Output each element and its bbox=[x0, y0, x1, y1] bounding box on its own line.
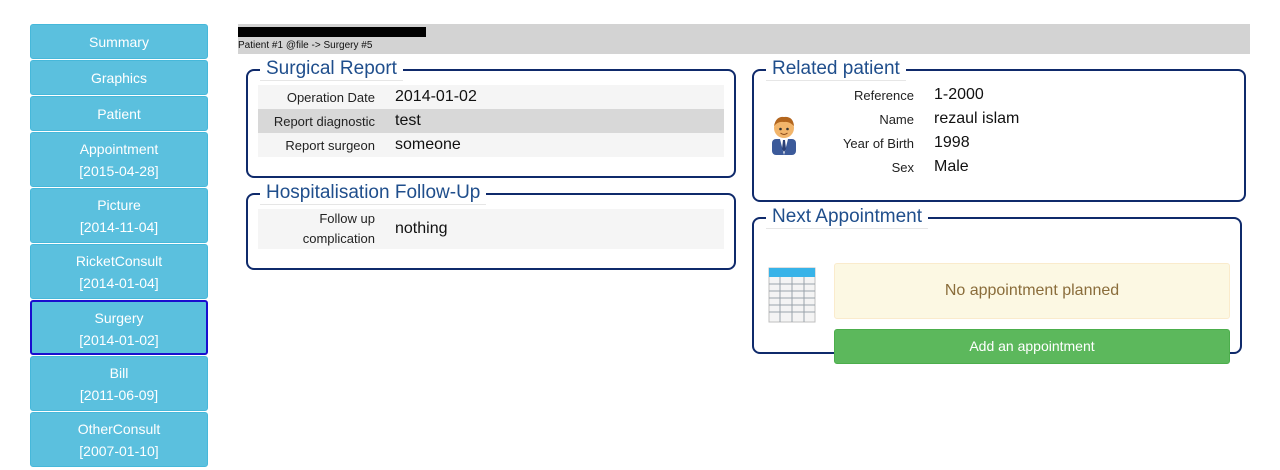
sidebar-item-label: Bill bbox=[109, 365, 129, 381]
sidebar-item-patient[interactable]: Patient bbox=[30, 96, 208, 131]
add-appointment-button[interactable]: Add an appointment bbox=[834, 329, 1230, 364]
table-row: Sex Male bbox=[824, 155, 1234, 179]
panel-title: Surgical Report bbox=[260, 58, 403, 81]
sidebar-item-bill[interactable]: Bill [2011-06-09] bbox=[30, 356, 208, 411]
field-label-line: complication bbox=[302, 231, 375, 246]
sidebar-nav: Summary Graphics Patient Appointment [20… bbox=[30, 24, 208, 468]
sidebar-item-label: OtherConsult bbox=[77, 421, 161, 437]
sidebar-item-summary[interactable]: Summary bbox=[30, 24, 208, 59]
sidebar-item-label: Patient bbox=[97, 106, 141, 122]
sidebar-item-date: [2014-11-04] bbox=[79, 219, 159, 235]
hospitalisation-panel: Hospitalisation Follow-Up Follow up comp… bbox=[246, 182, 736, 270]
field-label: Operation Date bbox=[258, 85, 395, 109]
table-row: Follow up complication nothing bbox=[258, 209, 724, 249]
table-row: Report diagnostic test bbox=[258, 109, 724, 133]
panel-title: Related patient bbox=[766, 58, 906, 81]
sidebar-item-label: Appointment bbox=[79, 141, 159, 157]
field-value: Male bbox=[934, 158, 969, 175]
table-row: Reference 1-2000 bbox=[824, 83, 1234, 107]
table-row: Report surgeon someone bbox=[258, 133, 724, 157]
next-appointment-panel: Next Appointment No appointment planned … bbox=[752, 206, 1242, 364]
field-label: Follow up complication bbox=[258, 209, 395, 249]
sidebar-item-label: Summary bbox=[89, 34, 149, 50]
sidebar-item-label: Graphics bbox=[90, 70, 148, 86]
surgical-report-table: Operation Date 2014-01-02 Report diagnos… bbox=[258, 85, 724, 157]
sidebar-item-date: [2014-01-02] bbox=[79, 332, 159, 348]
field-value: test bbox=[395, 109, 724, 133]
redacted-bar bbox=[238, 27, 426, 37]
field-label: Reference bbox=[854, 87, 914, 103]
sidebar-item-surgery[interactable]: Surgery [2014-01-02] bbox=[30, 300, 208, 355]
panel-title: Hospitalisation Follow-Up bbox=[260, 182, 487, 205]
field-label-line: Follow up bbox=[319, 211, 375, 226]
sidebar-item-date: [2014-01-04] bbox=[79, 275, 159, 291]
field-label: Year of Birth bbox=[842, 135, 914, 151]
sidebar-item-ricketconsult[interactable]: RicketConsult [2014-01-04] bbox=[30, 244, 208, 299]
sidebar-item-appointment[interactable]: Appointment [2015-04-28] bbox=[30, 132, 208, 187]
sidebar-item-picture[interactable]: Picture [2014-11-04] bbox=[30, 188, 208, 243]
sidebar-item-date: [2015-04-28] bbox=[79, 163, 159, 179]
field-value: nothing bbox=[395, 209, 724, 249]
field-label: Sex bbox=[891, 159, 914, 175]
sidebar-item-graphics[interactable]: Graphics bbox=[30, 60, 208, 95]
sidebar-item-date: [2011-06-09] bbox=[79, 387, 159, 403]
field-value: rezaul islam bbox=[934, 110, 1020, 127]
sidebar-item-otherconsult[interactable]: OtherConsult [2007-01-10] bbox=[30, 412, 208, 467]
calendar-icon bbox=[768, 265, 818, 323]
field-label: Report surgeon bbox=[258, 133, 395, 157]
related-patient-panel: Related patient Reference 1-2000 Name re… bbox=[752, 58, 1246, 202]
no-appointment-notice: No appointment planned bbox=[834, 263, 1230, 319]
field-value: 1998 bbox=[934, 134, 970, 151]
table-row: Name rezaul islam bbox=[824, 107, 1234, 131]
field-label: Report diagnostic bbox=[258, 109, 395, 133]
field-value: 1-2000 bbox=[934, 86, 984, 103]
field-label: Name bbox=[879, 111, 914, 127]
panel-title: Next Appointment bbox=[766, 206, 928, 229]
patient-avatar-icon[interactable] bbox=[768, 115, 800, 155]
field-value: 2014-01-02 bbox=[395, 85, 724, 109]
sidebar-item-label: RicketConsult bbox=[75, 253, 163, 269]
field-value: someone bbox=[395, 133, 724, 157]
header-bar: Patient #1 @file -> Surgery #5 bbox=[238, 24, 1250, 54]
sidebar-item-date: [2007-01-10] bbox=[79, 443, 159, 459]
hospitalisation-table: Follow up complication nothing bbox=[258, 209, 724, 249]
surgical-report-panel: Surgical Report Operation Date 2014-01-0… bbox=[246, 58, 736, 178]
table-row: Year of Birth 1998 bbox=[824, 131, 1234, 155]
table-row: Operation Date 2014-01-02 bbox=[258, 85, 724, 109]
related-patient-table: Reference 1-2000 Name rezaul islam Year … bbox=[824, 83, 1234, 179]
sidebar-item-label: Surgery bbox=[94, 310, 144, 326]
sidebar-item-label: Picture bbox=[97, 197, 141, 213]
breadcrumb: Patient #1 @file -> Surgery #5 bbox=[238, 40, 373, 51]
